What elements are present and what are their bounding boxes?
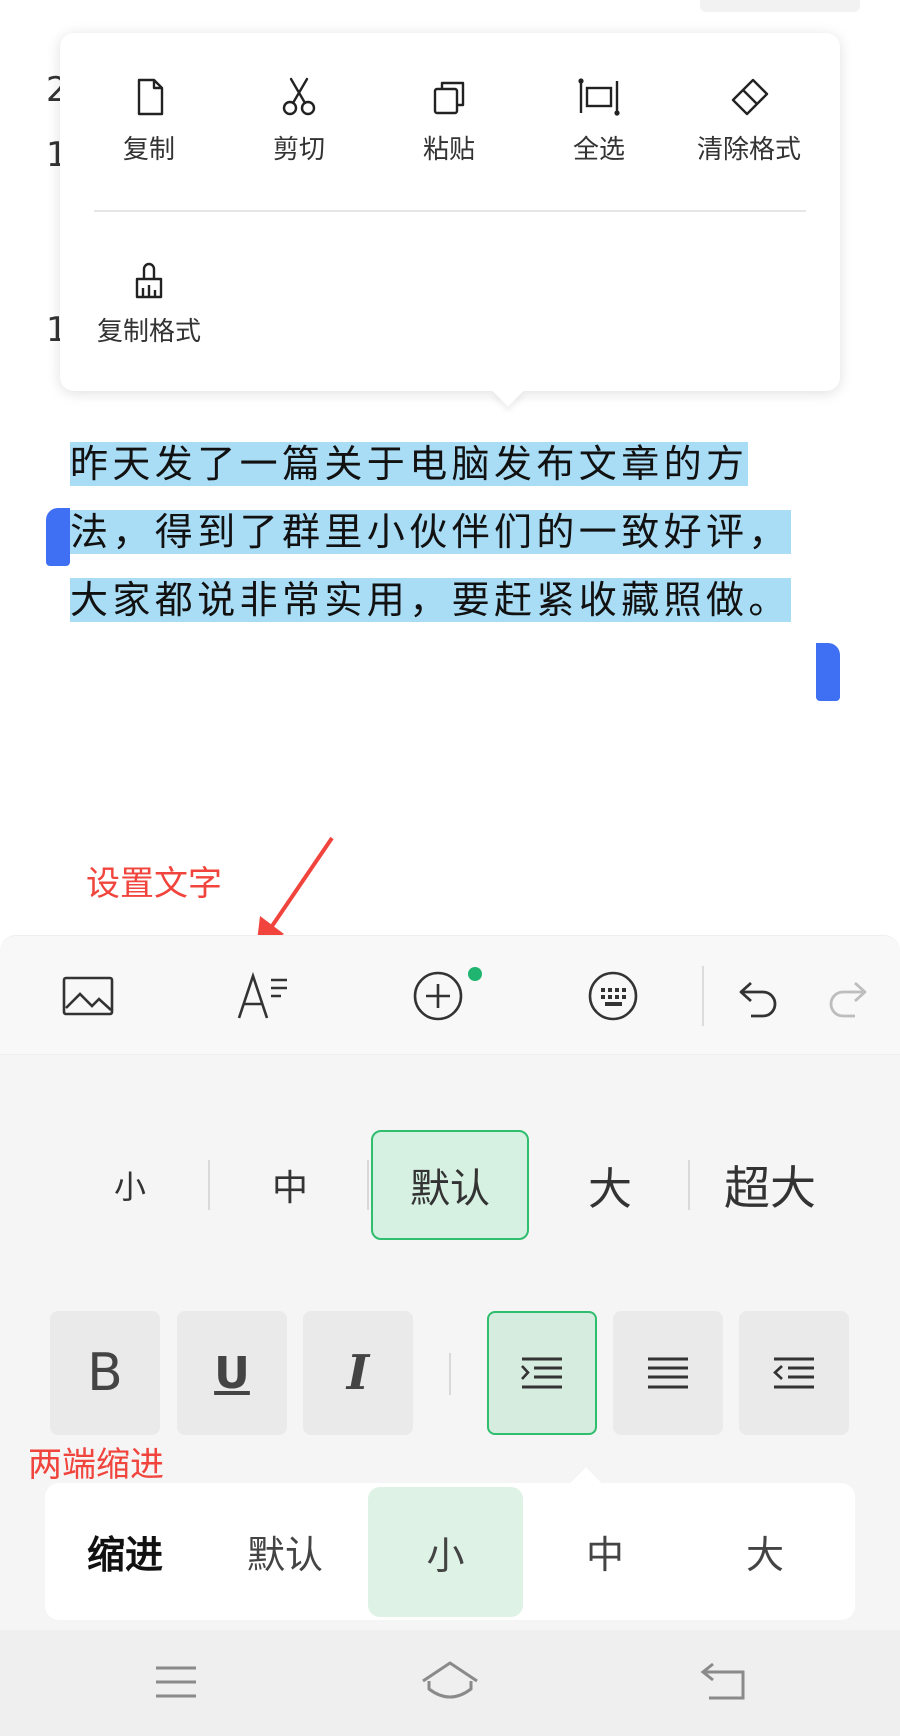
selection-end-handle[interactable] — [816, 643, 840, 701]
keyboard-button[interactable] — [575, 958, 651, 1034]
image-icon — [62, 976, 114, 1016]
paste-icon — [433, 81, 465, 115]
format-painter-icon — [135, 262, 163, 299]
size-divider — [208, 1160, 210, 1210]
size-divider — [688, 1160, 690, 1210]
insert-button[interactable] — [400, 958, 476, 1034]
select-all-label: 全选 — [572, 135, 625, 165]
copy-format-label: 复制格式 — [96, 317, 201, 347]
notification-dot — [468, 967, 482, 981]
eraser-icon — [731, 78, 769, 116]
text-line: 法，得到了群里小伙伴们的一致好评， — [70, 510, 791, 554]
system-navbar — [0, 1630, 900, 1736]
back-icon — [700, 1662, 745, 1700]
indent-popover: 缩进 默认 小 中 大 — [45, 1483, 855, 1620]
editor-toolbar — [0, 935, 900, 1055]
justify-button[interactable] — [613, 1311, 723, 1435]
text-format-icon — [237, 971, 287, 1019]
bold-button[interactable]: B — [50, 1311, 160, 1435]
indent-default[interactable]: 默认 — [205, 1483, 365, 1620]
underline-button[interactable]: U — [177, 1311, 287, 1435]
scissors-icon — [282, 77, 316, 116]
paste-label: 粘贴 — [422, 135, 475, 165]
text-line: 昨天发了一篇关于电脑发布文章的方 — [70, 442, 749, 486]
menu-button[interactable] — [136, 1652, 216, 1712]
text-format-button[interactable] — [225, 958, 301, 1034]
copy-format-button[interactable]: 复制格式 — [74, 257, 224, 348]
font-size-medium[interactable]: 中 — [220, 1130, 360, 1240]
italic-button[interactable]: I — [303, 1311, 413, 1435]
font-size-large[interactable]: 大 — [540, 1130, 680, 1240]
clear-format-button[interactable]: 清除格式 — [674, 75, 824, 166]
redo-button[interactable] — [810, 958, 886, 1034]
menu-icon — [156, 1666, 196, 1698]
cut-label: 剪切 — [272, 135, 325, 165]
copy-label: 复制 — [122, 135, 175, 165]
insert-plus-icon — [413, 971, 463, 1021]
copy-file-icon — [137, 78, 164, 116]
toolbar-divider — [702, 966, 704, 1026]
font-size-row: 小 中 默认 大 超大 — [0, 1130, 900, 1240]
menu-divider — [94, 210, 806, 212]
format-divider — [449, 1353, 451, 1395]
top-chip — [700, 0, 860, 12]
outdent-button[interactable] — [739, 1311, 849, 1435]
cut-button[interactable]: 剪切 — [224, 75, 374, 166]
indent-medium[interactable]: 中 — [525, 1483, 685, 1620]
font-size-small[interactable]: 小 — [60, 1130, 200, 1240]
home-icon — [422, 1661, 478, 1699]
annotation-set-text: 设置文字 — [86, 864, 222, 904]
selection-start-handle[interactable] — [46, 508, 70, 566]
clear-format-label: 清除格式 — [696, 135, 801, 165]
insert-image-button[interactable] — [50, 958, 126, 1034]
back-button[interactable] — [684, 1652, 764, 1712]
justify-indent-button[interactable] — [487, 1311, 597, 1435]
indent-small[interactable]: 小 — [368, 1487, 523, 1617]
select-all-icon — [578, 78, 620, 116]
edge-glyph: 2 — [46, 70, 60, 110]
font-size-extra-large[interactable]: 超大 — [700, 1130, 840, 1240]
justify-indent-icon — [521, 1357, 562, 1389]
indent-large[interactable]: 大 — [685, 1483, 845, 1620]
selected-paragraph[interactable]: 昨天发了一篇关于电脑发布文章的方 法，得到了群里小伙伴们的一致好评， 大家都说非… — [70, 430, 850, 634]
select-all-button[interactable]: 全选 — [524, 75, 674, 166]
edge-glyph: 1 — [46, 135, 60, 175]
font-size-default[interactable]: 默认 — [371, 1130, 529, 1240]
justify-icon — [648, 1357, 688, 1389]
app-screen: 2 1 1 复制 剪切 粘贴 全选 清除格式 复制格式 昨天发了一篇关于电脑发布… — [0, 0, 900, 1736]
indent-title: 缩进 — [86, 1533, 163, 1577]
annotation-justify-indent: 两端缩进 — [28, 1445, 164, 1485]
context-menu: 复制 剪切 粘贴 全选 清除格式 复制格式 — [60, 33, 840, 391]
undo-icon — [739, 981, 777, 1018]
edge-glyph: 1 — [46, 310, 60, 350]
text-line: 大家都说非常实用，要赶紧收藏照做。 — [70, 578, 791, 622]
paste-button[interactable]: 粘贴 — [374, 75, 524, 166]
keyboard-icon — [588, 971, 638, 1021]
copy-button[interactable]: 复制 — [74, 75, 224, 166]
outdent-icon — [773, 1357, 814, 1389]
undo-button[interactable] — [720, 958, 796, 1034]
size-divider — [367, 1160, 369, 1210]
home-button[interactable] — [410, 1652, 490, 1712]
redo-icon — [829, 981, 867, 1018]
